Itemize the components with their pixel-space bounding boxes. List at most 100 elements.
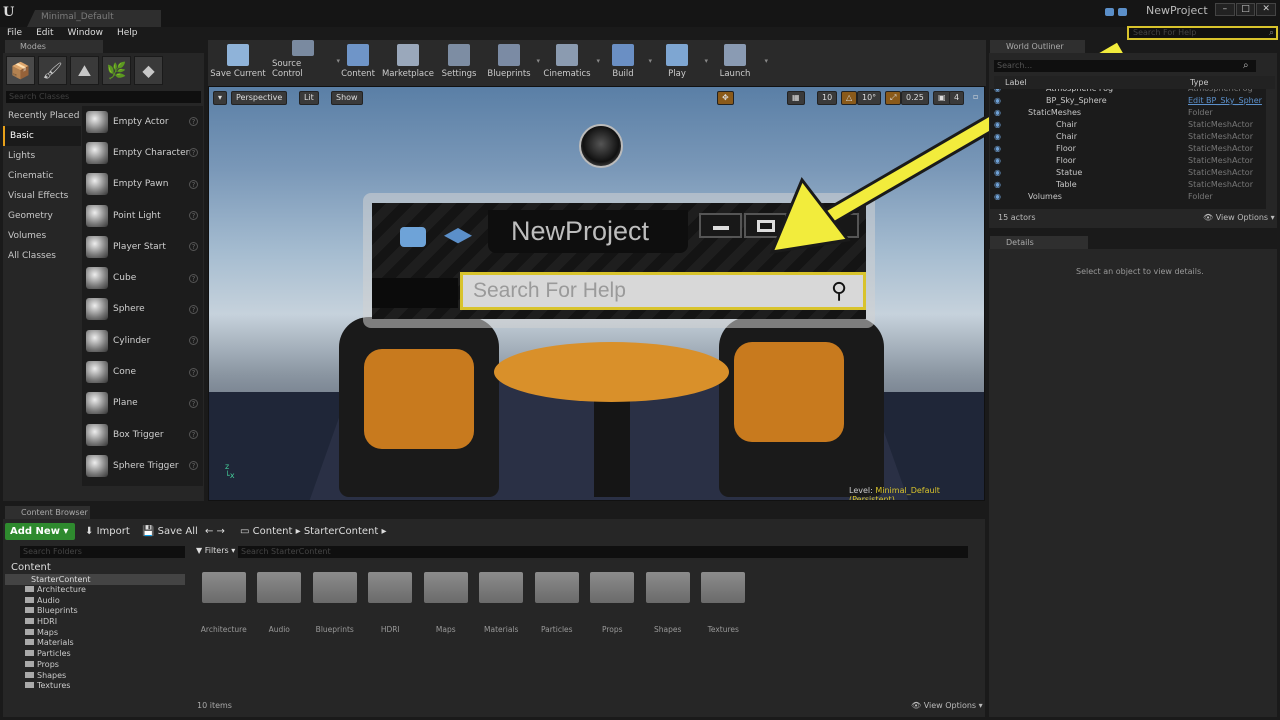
outliner-search-input[interactable]: Search... bbox=[994, 60, 1256, 72]
outliner-row[interactable]: ◉ StaticMeshes Folder bbox=[990, 107, 1266, 119]
tree-folder[interactable]: Maps bbox=[5, 628, 185, 639]
tree-folder[interactable]: Architecture bbox=[5, 585, 185, 596]
filters-button[interactable]: ▼ Filters ▾ bbox=[196, 546, 235, 555]
asset-folder[interactable]: Architecture bbox=[196, 568, 252, 638]
actor-item[interactable]: Plane? bbox=[82, 388, 203, 419]
add-new-button[interactable]: Add New ▾ bbox=[5, 523, 75, 540]
actor-item[interactable]: Cube? bbox=[82, 262, 203, 293]
asset-folder[interactable]: Materials bbox=[474, 568, 530, 638]
tree-folder[interactable]: Audio bbox=[5, 596, 185, 607]
tree-starter-content[interactable]: StarterContent bbox=[5, 574, 185, 585]
viewport-options-button[interactable]: ▾ bbox=[213, 91, 228, 105]
category-all-classes[interactable]: All Classes bbox=[3, 246, 81, 266]
launch-button[interactable]: Launch ▾ bbox=[708, 40, 768, 86]
save-current-button[interactable]: Save Current bbox=[210, 40, 266, 86]
menu-help[interactable]: Help bbox=[110, 27, 145, 40]
rotation-snap-value[interactable]: 10° bbox=[857, 91, 882, 105]
asset-folder[interactable]: Textures bbox=[696, 568, 752, 638]
asset-folder[interactable]: Shapes bbox=[640, 568, 696, 638]
outliner-row[interactable]: ◉ BP_Sky_Sphere Edit BP_Sky_Spher bbox=[990, 95, 1266, 107]
actor-item[interactable]: Cylinder? bbox=[82, 325, 203, 356]
grid-snap-value[interactable]: 10 bbox=[817, 91, 838, 105]
foliage-mode-icon[interactable]: 🌿 bbox=[102, 56, 131, 85]
outliner-row[interactable]: ◉ Table StaticMeshActor bbox=[990, 179, 1266, 191]
tree-folder[interactable]: Props bbox=[5, 660, 185, 671]
outliner-row[interactable]: ◉ Statue StaticMeshActor bbox=[990, 167, 1266, 179]
save-all-button[interactable]: 💾 Save All bbox=[142, 523, 198, 540]
category-volumes[interactable]: Volumes bbox=[3, 226, 81, 246]
breadcrumb-starter-content[interactable]: StarterContent bbox=[304, 526, 378, 537]
show-button[interactable]: Show bbox=[331, 91, 363, 105]
outliner-row[interactable]: ◉ Floor StaticMeshActor bbox=[990, 155, 1266, 167]
outliner-row[interactable]: ◉ Volumes Folder bbox=[990, 191, 1266, 203]
maximize-viewport-icon[interactable]: ▫ bbox=[969, 91, 982, 105]
help-icon[interactable]: ? bbox=[189, 242, 198, 252]
visibility-eye-icon[interactable]: ◉ bbox=[994, 143, 1001, 155]
visibility-eye-icon[interactable]: ◉ bbox=[994, 107, 1001, 119]
actor-item[interactable]: Player Start? bbox=[82, 231, 203, 262]
camera-speed-icon[interactable]: ▣ bbox=[933, 91, 951, 105]
category-visual-effects[interactable]: Visual Effects bbox=[3, 186, 81, 206]
help-icon[interactable]: ? bbox=[189, 117, 198, 127]
help-icon[interactable]: ? bbox=[189, 398, 198, 408]
asset-folder[interactable]: Props bbox=[585, 568, 641, 638]
category-geometry[interactable]: Geometry bbox=[3, 206, 81, 226]
source-control-button[interactable]: Source Control ▾ bbox=[272, 40, 340, 86]
category-cinematic[interactable]: Cinematic bbox=[3, 166, 81, 186]
scale-snap-icon[interactable]: ⤢ bbox=[885, 91, 902, 105]
help-icon[interactable]: ? bbox=[189, 461, 198, 471]
category-basic[interactable]: Basic bbox=[3, 126, 81, 146]
help-icon[interactable]: ? bbox=[189, 211, 198, 221]
rotation-snap-icon[interactable]: △ bbox=[841, 91, 858, 105]
content-browser-tab[interactable]: Content Browser bbox=[5, 506, 90, 519]
actor-item[interactable]: Sphere? bbox=[82, 294, 203, 325]
camera-speed-value[interactable]: 4 bbox=[949, 91, 965, 105]
asset-folder[interactable]: Maps bbox=[418, 568, 474, 638]
help-icon[interactable]: ? bbox=[189, 336, 198, 346]
history-nav[interactable]: ← → bbox=[205, 523, 225, 540]
search-assets-input[interactable]: Search StarterContent bbox=[238, 546, 968, 558]
visibility-eye-icon[interactable]: ◉ bbox=[994, 155, 1001, 167]
play-button[interactable]: Play ▾ bbox=[652, 40, 708, 86]
visibility-eye-icon[interactable]: ◉ bbox=[994, 167, 1001, 179]
feedback-bubble-icon[interactable] bbox=[1105, 8, 1114, 16]
category-recently-placed[interactable]: Recently Placed bbox=[3, 106, 81, 126]
menu-edit[interactable]: Edit bbox=[29, 27, 60, 40]
help-icon[interactable]: ? bbox=[189, 430, 198, 440]
visibility-eye-icon[interactable]: ◉ bbox=[994, 119, 1001, 131]
breadcrumb-content[interactable]: Content bbox=[253, 526, 293, 537]
cinematics-button[interactable]: Cinematics ▾ bbox=[540, 40, 600, 86]
tutorial-cap-icon[interactable] bbox=[1118, 8, 1127, 16]
menu-file[interactable]: File bbox=[0, 27, 29, 40]
category-lights[interactable]: Lights bbox=[3, 146, 81, 166]
outliner-row[interactable]: ◉ Floor StaticMeshActor bbox=[990, 143, 1266, 155]
help-icon[interactable]: ? bbox=[189, 148, 198, 158]
asset-folder[interactable]: Audio bbox=[252, 568, 308, 638]
settings-button[interactable]: Settings bbox=[440, 40, 478, 86]
help-icon[interactable]: ? bbox=[189, 179, 198, 189]
build-button[interactable]: Build ▾ bbox=[600, 40, 652, 86]
visibility-eye-icon[interactable]: ◉ bbox=[994, 95, 1001, 107]
maximize-button[interactable]: □ bbox=[1235, 3, 1256, 16]
outliner-row[interactable]: ◉ Chair StaticMeshActor bbox=[990, 131, 1266, 143]
search-classes-input[interactable]: Search Classes bbox=[6, 91, 201, 103]
help-icon[interactable]: ? bbox=[189, 367, 198, 377]
place-mode-icon[interactable]: 📦 bbox=[6, 56, 35, 85]
close-button[interactable]: ✕ bbox=[1256, 3, 1277, 16]
help-icon[interactable]: ? bbox=[189, 273, 198, 283]
scale-snap-value[interactable]: 0.25 bbox=[901, 91, 929, 105]
unreal-logo-icon[interactable]: U bbox=[3, 5, 19, 21]
help-icon[interactable]: ? bbox=[189, 304, 198, 314]
content-button[interactable]: Content bbox=[340, 40, 376, 86]
col-type[interactable]: Type bbox=[1190, 76, 1208, 89]
visibility-eye-icon[interactable]: ◉ bbox=[994, 131, 1001, 143]
details-tab[interactable]: Details bbox=[990, 236, 1088, 249]
help-search-input[interactable]: Search For Help ⌕ bbox=[1127, 26, 1278, 40]
col-label[interactable]: Label bbox=[1005, 76, 1027, 89]
minimize-button[interactable]: – bbox=[1215, 3, 1235, 16]
landscape-mode-icon[interactable]: ⛰ bbox=[70, 56, 99, 85]
visibility-eye-icon[interactable]: ◉ bbox=[994, 191, 1001, 203]
actor-item[interactable]: Cone? bbox=[82, 356, 203, 387]
actor-item[interactable]: Box Trigger? bbox=[82, 419, 203, 450]
world-outliner-tab[interactable]: World Outliner bbox=[990, 40, 1085, 53]
